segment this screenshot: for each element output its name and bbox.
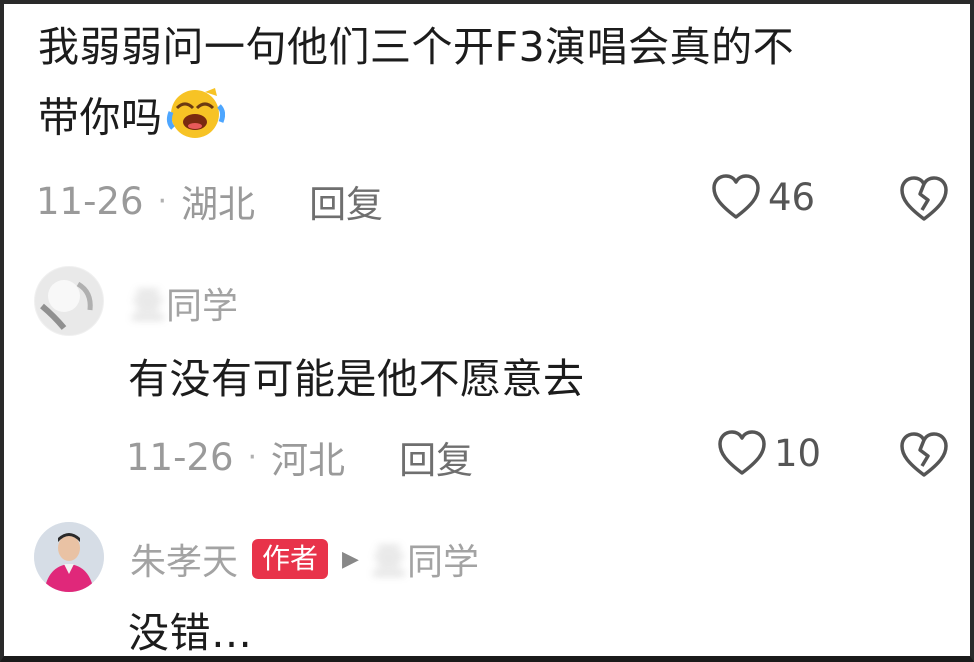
author-avatar-image <box>34 522 104 592</box>
reply-button[interactable]: 回复 <box>399 430 473 484</box>
comment-text: 有没有可能是他不愿意去 <box>128 355 585 403</box>
comment-username[interactable]: 朱孝天 作者 ▶ 亖 同学 <box>130 534 479 584</box>
comment-username[interactable]: 亖 同学 <box>130 278 238 328</box>
separator-dot: · <box>247 439 258 475</box>
comment-date: 11-26 <box>126 435 234 479</box>
author-username: 朱孝天 <box>130 542 239 583</box>
play-arrow-icon: ▶ <box>342 546 359 572</box>
laughing-crying-emoji-icon <box>165 82 225 159</box>
comment-date: 11-26 <box>36 179 144 223</box>
dislike-button[interactable] <box>898 430 950 484</box>
heart-outline-icon <box>712 174 760 219</box>
like-count: 46 <box>768 175 816 219</box>
comment-text-line2: 带你吗 <box>38 93 163 142</box>
username-suffix: 同学 <box>166 286 239 327</box>
comment-meta: 11-26 · 湖北 回复 <box>36 174 383 228</box>
avatar[interactable] <box>34 266 104 336</box>
comment-location: 湖北 <box>181 183 256 226</box>
username-suffix: 同学 <box>406 542 479 583</box>
like-button[interactable]: 46 <box>710 172 815 222</box>
comment-meta: 11-26 · 河北 回复 <box>126 430 473 484</box>
blurred-username: 亖 <box>370 542 407 583</box>
blurred-avatar-image <box>35 267 103 335</box>
dislike-button[interactable] <box>898 174 950 228</box>
like-count: 10 <box>774 431 822 475</box>
separator-dot: · <box>157 183 168 219</box>
broken-heart-icon <box>900 432 948 477</box>
comment-text-line: 我弱弱问一句他们三个开F3演唱会真的不 <box>38 23 795 71</box>
comment-text: 没错… <box>128 609 253 657</box>
comment-thread: 我弱弱问一句他们三个开F3演唱会真的不 带你吗 11-26 · 湖北 回复 46… <box>0 0 974 662</box>
heart-outline-icon <box>718 430 766 475</box>
reply-button[interactable]: 回复 <box>309 174 383 228</box>
like-button[interactable]: 10 <box>716 428 821 478</box>
blurred-username: 亖 <box>130 286 167 327</box>
comment-text-line: 带你吗 <box>38 82 794 159</box>
comment-text: 我弱弱问一句他们三个开F3演唱会真的不 带你吗 <box>38 16 794 159</box>
comment-location: 河北 <box>271 439 346 482</box>
avatar[interactable] <box>34 522 104 592</box>
author-badge: 作者 <box>252 539 329 579</box>
broken-heart-icon <box>900 176 948 221</box>
